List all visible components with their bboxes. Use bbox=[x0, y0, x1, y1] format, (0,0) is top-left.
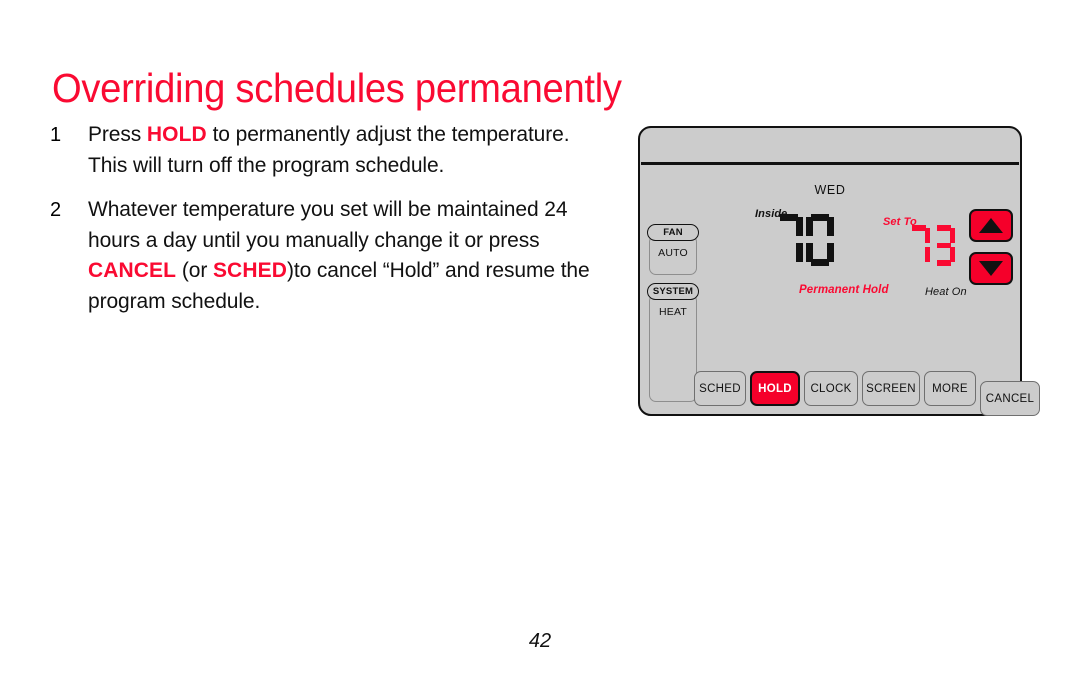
triangle-down-icon bbox=[979, 261, 1003, 276]
seven-segment-digit bbox=[806, 214, 834, 266]
cancel-button[interactable]: CANCEL bbox=[980, 381, 1040, 416]
segment-g bbox=[780, 237, 798, 244]
triangle-up-icon bbox=[979, 218, 1003, 233]
thermostat-top-divider bbox=[641, 162, 1019, 165]
segment-b bbox=[827, 217, 834, 236]
thermostat-illustration: WED FAN AUTO SYSTEM HEAT Inside Set To P… bbox=[638, 126, 1040, 416]
segment-e bbox=[908, 247, 914, 262]
seven-segment-digit bbox=[933, 225, 955, 266]
seven-segment-digit bbox=[908, 225, 930, 266]
segment-d bbox=[811, 259, 829, 266]
seven-segment-digit bbox=[775, 214, 803, 266]
step-number: 1 bbox=[50, 124, 62, 146]
inside-temperature-display bbox=[775, 214, 834, 266]
segment-b bbox=[796, 217, 803, 236]
more-button[interactable]: MORE bbox=[924, 371, 976, 406]
segment-e bbox=[775, 243, 782, 262]
system-mode-value: HEAT bbox=[649, 294, 697, 402]
set-to-temperature-display bbox=[908, 225, 955, 266]
keyword-hold: HOLD bbox=[146, 123, 207, 146]
instruction-list: 1 Press HOLD to permanently adjust the t… bbox=[50, 120, 610, 331]
segment-e bbox=[806, 243, 813, 262]
step-number: 2 bbox=[50, 199, 62, 221]
screen-button[interactable]: SCREEN bbox=[862, 371, 920, 406]
step-text: Press HOLD to permanently adjust the tem… bbox=[88, 120, 610, 181]
segment-d bbox=[912, 260, 926, 266]
permanent-hold-status: Permanent Hold bbox=[799, 284, 889, 296]
segment-g bbox=[912, 243, 926, 249]
heat-on-status: Heat On bbox=[925, 286, 967, 298]
list-item: 2 Whatever temperature you set will be m… bbox=[50, 195, 610, 317]
left-control-stack: FAN AUTO SYSTEM HEAT bbox=[647, 224, 699, 408]
segment-f bbox=[806, 217, 813, 236]
temperature-down-button[interactable] bbox=[969, 252, 1013, 285]
segment-f bbox=[908, 228, 914, 243]
step-text-part: Whatever temperature you set will be mai… bbox=[88, 198, 568, 252]
list-item: 1 Press HOLD to permanently adjust the t… bbox=[50, 120, 610, 181]
keyword-sched: SCHED bbox=[212, 259, 287, 282]
segment-d bbox=[937, 260, 951, 266]
page-title: Overriding schedules permanently bbox=[52, 65, 622, 112]
segment-e bbox=[933, 247, 939, 262]
clock-button[interactable]: CLOCK bbox=[804, 371, 858, 406]
segment-b bbox=[924, 227, 930, 243]
weekday-display: WED bbox=[814, 183, 846, 197]
step-text: Whatever temperature you set will be mai… bbox=[88, 195, 610, 317]
temperature-up-button[interactable] bbox=[969, 209, 1013, 242]
keyword-cancel: CANCEL bbox=[88, 259, 177, 282]
segment-f bbox=[933, 228, 939, 243]
step-text-part: (or bbox=[176, 259, 213, 282]
fan-button[interactable]: FAN bbox=[647, 224, 699, 241]
page-number: 42 bbox=[528, 630, 552, 652]
system-button[interactable]: SYSTEM bbox=[647, 283, 699, 300]
hold-button[interactable]: HOLD bbox=[750, 371, 800, 406]
segment-d bbox=[780, 259, 798, 266]
segment-b bbox=[949, 227, 955, 243]
segment-g bbox=[811, 237, 829, 244]
fan-mode-value: AUTO bbox=[649, 235, 697, 275]
segment-f bbox=[775, 217, 782, 236]
segment-g bbox=[937, 242, 951, 248]
sched-button[interactable]: SCHED bbox=[694, 371, 746, 406]
step-text-part: Press bbox=[88, 123, 147, 146]
